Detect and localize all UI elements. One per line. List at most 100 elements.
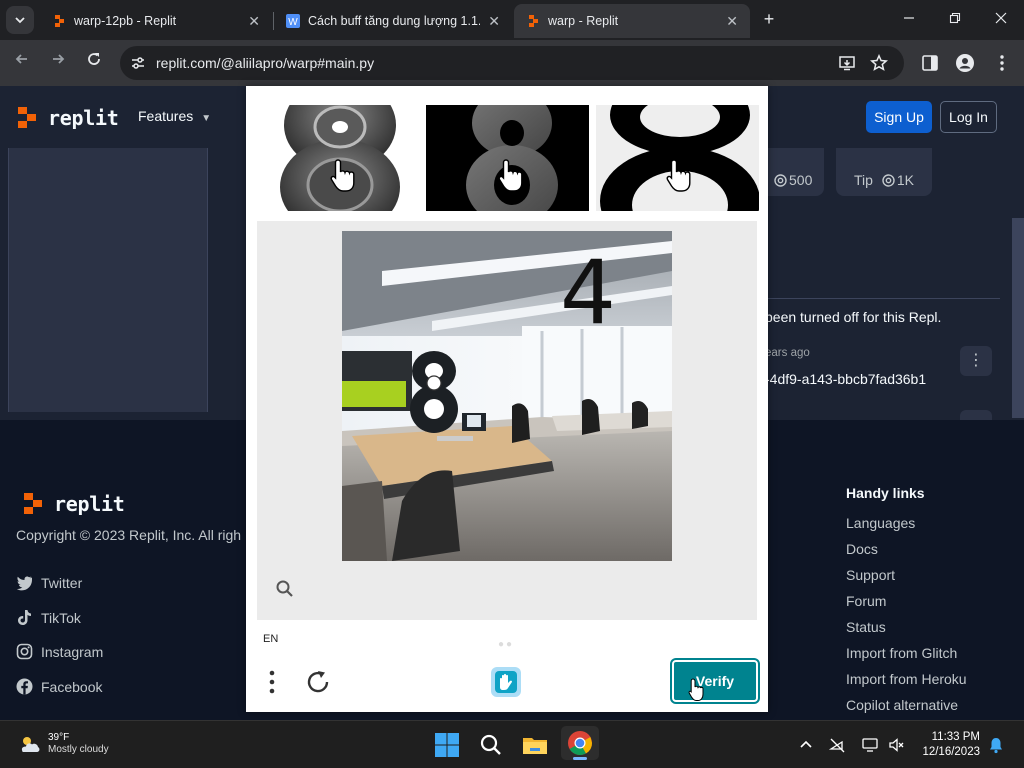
challenge-image[interactable]: 4 (342, 231, 672, 561)
volume-muted-icon[interactable] (888, 736, 906, 754)
weather-widget[interactable]: 39°F Mostly cloudy (18, 732, 109, 756)
replit-favicon-icon (529, 15, 538, 27)
reload-button[interactable] (82, 51, 106, 75)
profile-avatar-icon[interactable] (955, 53, 975, 73)
item-menu-button[interactable] (960, 410, 992, 420)
zoom-icon[interactable] (275, 579, 295, 599)
tiktok-icon (18, 610, 31, 625)
minimize-button[interactable] (898, 8, 920, 30)
chevron-up-icon[interactable] (797, 736, 815, 754)
award-label: Tip 1K (854, 172, 914, 188)
handy-link-forum[interactable]: Forum (846, 593, 886, 609)
tab-cach-buff[interactable]: W Cách buff tăng dung lượng 1.1.1. ✕ (274, 4, 512, 38)
handy-link-status[interactable]: Status (846, 619, 886, 635)
handy-link-languages[interactable]: Languages (846, 515, 915, 531)
chrome-icon (568, 731, 592, 756)
nav-features-label: Features (138, 108, 194, 124)
cycles-icon (882, 174, 895, 187)
restore-button[interactable] (944, 8, 966, 30)
social-twitter[interactable]: Twitter (16, 574, 82, 591)
instagram-icon (16, 643, 33, 660)
reload-icon (88, 53, 100, 65)
social-tiktok[interactable]: TikTok (16, 609, 81, 626)
handy-link-support[interactable]: Support (846, 567, 895, 583)
facebook-icon (16, 678, 33, 695)
footer-replit-logo[interactable]: replit (24, 492, 125, 516)
arrow-right-icon (53, 54, 65, 64)
handy-link-copilot-alternative[interactable]: Copilot alternative (846, 697, 958, 713)
network-disconnected-icon[interactable] (829, 736, 847, 754)
click-marker (426, 375, 442, 391)
notification-bell-icon[interactable] (987, 736, 1005, 754)
nav-features[interactable]: Features ▼ (138, 108, 211, 124)
award-tip[interactable]: Tip 1K (836, 148, 932, 196)
tip-amount: 1K (896, 172, 914, 188)
tab-warp-replit[interactable]: warp - Replit ✕ (514, 4, 750, 38)
timestamp-text: ears ago (765, 347, 810, 359)
social-instagram[interactable]: Instagram (16, 643, 103, 660)
social-label: Facebook (41, 678, 103, 695)
commit-hash-text: -4df9-a143-bbcb7fad36b1 (765, 371, 927, 387)
hand-pointer-icon (666, 159, 691, 192)
verify-button[interactable]: Verify (672, 660, 758, 702)
award-count: 500 (789, 172, 813, 188)
repl-sidebar (8, 148, 208, 412)
address-bar[interactable]: replit.com/@aliilapro/warp#main.py (120, 46, 904, 80)
sign-up-button[interactable]: Sign Up (866, 101, 932, 133)
log-in-button[interactable]: Log In (940, 101, 997, 133)
new-tab-button[interactable]: + (758, 8, 780, 30)
award-cycles[interactable]: 500 (760, 148, 824, 196)
hcaptcha-logo-icon[interactable] (489, 665, 523, 699)
tab-title: warp-12pb - Replit (74, 14, 177, 28)
cloudy-weather-icon (21, 737, 40, 752)
replit-logo-icon (24, 493, 44, 515)
handy-link-import-glitch[interactable]: Import from Glitch (846, 645, 957, 661)
handy-links-heading: Handy links (846, 485, 925, 501)
language-selector[interactable]: EN (263, 633, 278, 645)
close-icon (995, 12, 1007, 24)
copyright-text: Copyright © 2023 Replit, Inc. All righ (16, 527, 242, 543)
close-tab-icon[interactable]: ✕ (248, 13, 260, 30)
display-icon[interactable] (861, 736, 879, 754)
handy-link-docs[interactable]: Docs (846, 541, 878, 557)
system-clock[interactable]: 11:33 PM 12/16/2023 (918, 730, 980, 760)
url-text: replit.com/@aliilapro/warp#main.py (156, 55, 375, 71)
item-menu-button[interactable]: ⋮ (960, 346, 992, 376)
search-icon[interactable] (477, 731, 505, 759)
more-vertical-icon[interactable] (992, 53, 1012, 73)
svg-text:W: W (288, 17, 298, 28)
forward-button[interactable] (46, 51, 70, 75)
social-facebook[interactable]: Facebook (16, 678, 102, 695)
chevron-down-icon (15, 17, 25, 24)
tab-title: warp - Replit (548, 14, 619, 28)
twitter-icon (16, 576, 32, 591)
replit-logo[interactable]: replit (18, 106, 119, 130)
close-window-button[interactable] (990, 8, 1012, 30)
close-tab-icon[interactable]: ✕ (488, 13, 500, 30)
challenge-number: 4 (560, 241, 616, 344)
minimize-icon (904, 17, 914, 19)
handy-link-import-heroku[interactable]: Import from Heroku (846, 671, 967, 687)
clock-date: 12/16/2023 (922, 746, 980, 758)
chrome-taskbar-button[interactable] (561, 726, 599, 760)
more-vertical-icon[interactable] (264, 668, 280, 696)
back-button[interactable] (10, 51, 34, 75)
install-app-icon[interactable] (838, 54, 856, 72)
replit-wordmark: replit (54, 492, 125, 516)
chevron-down-icon: ▼ (201, 113, 212, 124)
scrollbar[interactable] (1012, 218, 1024, 418)
tab-warp-12pb[interactable]: warp-12pb - Replit ✕ (40, 4, 272, 38)
bookmark-star-icon[interactable] (870, 54, 888, 72)
restore-icon (949, 12, 961, 24)
side-panel-icon[interactable] (920, 53, 940, 73)
windows-start-icon[interactable] (433, 731, 461, 759)
refresh-icon[interactable] (305, 669, 331, 695)
close-tab-icon[interactable]: ✕ (726, 13, 738, 30)
mouse-hand-cursor-icon (688, 678, 704, 701)
browser-tab-bar: warp-12pb - Replit ✕ W Cách buff tăng du… (0, 0, 1024, 40)
site-settings-icon[interactable] (130, 55, 146, 71)
tab-search-button[interactable] (6, 6, 34, 34)
arrow-left-icon (15, 54, 27, 64)
tab-title: Cách buff tăng dung lượng 1.1.1. (308, 14, 481, 28)
file-explorer-icon[interactable] (521, 731, 549, 759)
